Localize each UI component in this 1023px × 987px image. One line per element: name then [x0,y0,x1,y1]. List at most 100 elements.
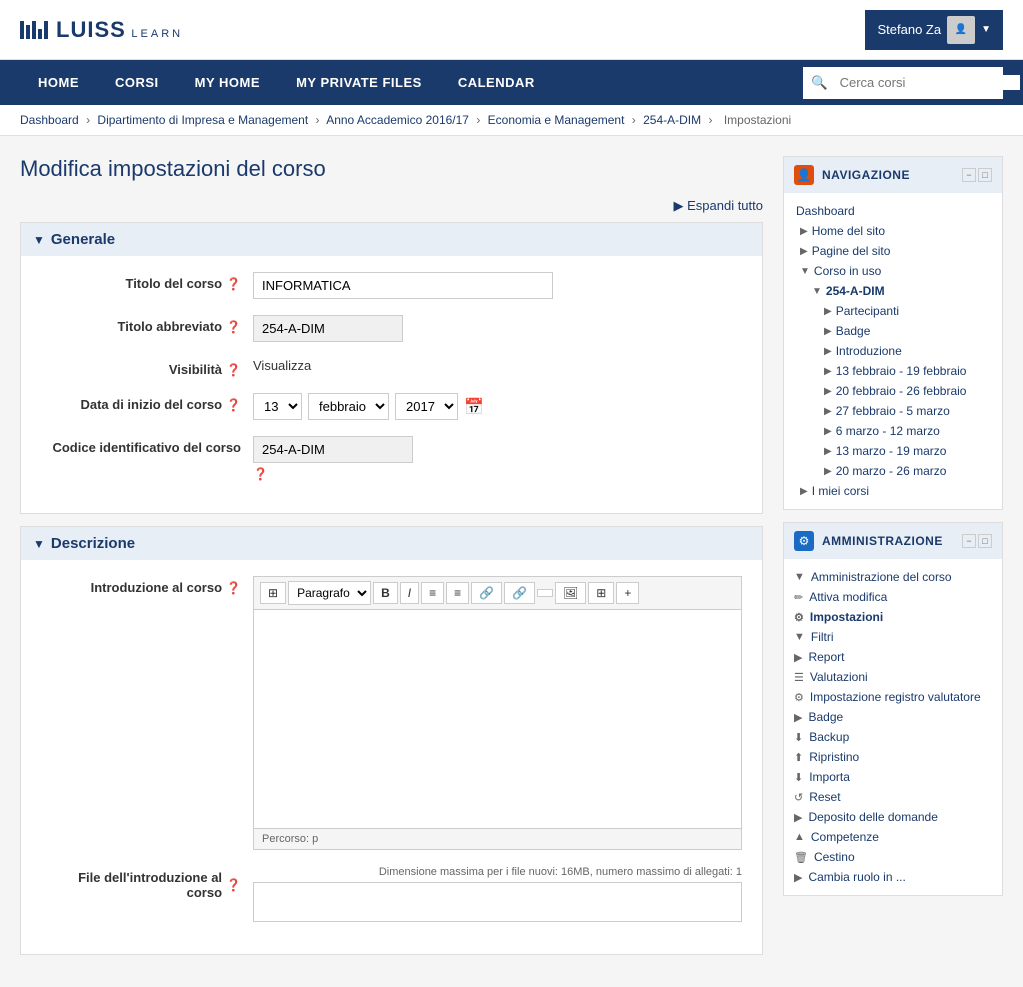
search-button[interactable]: 🔍 [803,69,836,97]
amministrazione-block: ⚙ AMMINISTRAZIONE − □ ▼ Amministrazione … [783,522,1003,896]
breadcrumb-dashboard[interactable]: Dashboard [20,113,79,127]
file-intro-help-icon[interactable]: ❓ [226,878,241,892]
nav-calendar[interactable]: CALENDAR [440,60,553,105]
editor-ol-button[interactable]: ≡ [446,582,469,604]
editor-unlink-button[interactable]: 🔗 [504,582,535,604]
admin-deposito-domande[interactable]: ▶ Deposito delle domande [784,807,1002,827]
navigazione-minimize-button[interactable]: − [962,168,976,182]
codice-label: Codice identificativo del corso [41,436,241,455]
breadcrumb-anno[interactable]: Anno Accademico 2016/17 [326,113,469,127]
descrizione-header[interactable]: ▼ Descrizione [21,527,762,560]
admin-competenze[interactable]: ▲ Competenze [784,827,1002,847]
navigazione-block: 👤 NAVIGAZIONE − □ Dashboard ▶ Home del s… [783,156,1003,510]
month-select[interactable]: febbraio [308,393,389,420]
nav-pagine-del-sito[interactable]: ▶ Pagine del sito [784,241,1002,261]
sidebar: 👤 NAVIGAZIONE − □ Dashboard ▶ Home del s… [783,156,1003,908]
nav-dashboard[interactable]: Dashboard [784,201,1002,221]
logo-area: LUISS LEARN [20,17,183,43]
editor-link-button[interactable]: 🔗 [471,582,502,604]
file-upload-area[interactable] [253,882,742,922]
data-inizio-help-icon[interactable]: ❓ [226,398,241,412]
nav-my-home[interactable]: MY HOME [177,60,278,105]
editor-format-button[interactable]: ⊞ [260,582,286,604]
editor-bold-button[interactable]: B [373,582,398,604]
introduzione-help-icon[interactable]: ❓ [226,581,241,595]
admin-cambia-ruolo[interactable]: ▶ Cambia ruolo in ... [784,867,1002,887]
admin-reset[interactable]: ↺ Reset [784,787,1002,807]
nav-week2[interactable]: ▶ 20 febbraio - 26 febbraio [784,381,1002,401]
chevron-down-icon: ▼ [981,24,991,35]
nav-week3[interactable]: ▶ 27 febbraio - 5 marzo [784,401,1002,421]
admin-valutazioni[interactable]: ☰ Valutazioni [784,667,1002,687]
expand-all-link[interactable]: ▶ Espandi tutto [673,198,763,213]
admin-badge[interactable]: ▶ Badge [784,707,1002,727]
nav-week6[interactable]: ▶ 20 marzo - 26 marzo [784,461,1002,481]
data-inizio-control: 13 febbraio 2017 📅 [253,393,742,420]
nav-my-private-files[interactable]: MY PRIVATE FILES [278,60,440,105]
titolo-corso-help-icon[interactable]: ❓ [226,277,241,291]
codice-help-icon[interactable]: ❓ [253,467,268,481]
breadcrumb-dipartimento[interactable]: Dipartimento di Impresa e Management [97,113,308,127]
nav-week4[interactable]: ▶ 6 marzo - 12 marzo [784,421,1002,441]
visibilita-row: Visibilità ❓ Visualizza [41,358,742,377]
file-upload-info: Dimensione massima per i file nuovi: 16M… [253,866,742,878]
nav-week1[interactable]: ▶ 13 febbraio - 19 febbraio [784,361,1002,381]
visibilita-help-icon[interactable]: ❓ [226,363,241,377]
nav-partecipanti[interactable]: ▶ Partecipanti [784,301,1002,321]
amministrazione-icon: ⚙ [794,531,814,551]
admin-ripristino[interactable]: ⬆ Ripristino [784,747,1002,767]
descrizione-body: Introduzione al corso ❓ ⊞ Paragrafo B I … [21,560,762,954]
admin-impostazioni[interactable]: ⚙ Impostazioni [784,607,1002,627]
content-area: Modifica impostazioni del corso ▶ Espand… [20,156,763,967]
year-select[interactable]: 2017 [395,393,458,420]
navigazione-controls: − □ [962,168,992,182]
nav-corsi[interactable]: CORSI [97,60,177,105]
editor-table-button[interactable]: ⊞ [588,582,614,604]
editor-more-button[interactable]: + [616,582,639,604]
editor-format-select[interactable]: Paragrafo [288,581,371,605]
nav-home[interactable]: HOME [20,60,97,105]
generale-header[interactable]: ▼ Generale [21,223,762,256]
calendar-icon[interactable]: 📅 [464,397,484,417]
admin-impostazione-registro[interactable]: ⚙ Impostazione registro valutatore [784,687,1002,707]
admin-amministrazione-del-corso[interactable]: ▼ Amministrazione del corso [784,567,1002,587]
editor-img-button[interactable]: 🖼 [555,582,586,604]
codice-input[interactable] [253,436,413,463]
day-select[interactable]: 13 [253,393,302,420]
collapse-icon: ▼ [33,233,45,247]
nav-corso-in-uso[interactable]: ▼ Corso in uso [784,261,1002,281]
page-title: Modifica impostazioni del corso [20,156,763,182]
nav-introduzione[interactable]: ▶ Introduzione [784,341,1002,361]
admin-backup[interactable]: ⬇ Backup [784,727,1002,747]
admin-importa[interactable]: ⬇ Importa [784,767,1002,787]
editor-ul-button[interactable]: ≡ [421,582,444,604]
titolo-corso-input[interactable] [253,272,553,299]
amministrazione-config-button[interactable]: □ [978,534,992,548]
search-area: 🔍 [803,67,1003,99]
nav-badge[interactable]: ▶ Badge [784,321,1002,341]
nav-week5[interactable]: ▶ 13 marzo - 19 marzo [784,441,1002,461]
data-inizio-label: Data di inizio del corso ❓ [41,393,241,412]
admin-attiva-modifica[interactable]: ✏ Attiva modifica [784,587,1002,607]
amministrazione-minimize-button[interactable]: − [962,534,976,548]
admin-report[interactable]: ▶ Report [784,647,1002,667]
search-input[interactable] [836,75,1020,90]
editor-italic-button[interactable]: I [400,582,419,604]
editor-footer: Percorso: p [253,829,742,850]
user-menu-button[interactable]: Stefano Za 👤 ▼ [865,10,1003,50]
admin-cestino[interactable]: 🗑 Cestino [784,847,1002,867]
titolo-abbreviato-help-icon[interactable]: ❓ [226,320,241,334]
navigazione-config-button[interactable]: □ [978,168,992,182]
breadcrumb-254[interactable]: 254-A-DIM [643,113,701,127]
nav-254-a-dim[interactable]: ▼ 254-A-DIM [784,281,1002,301]
breadcrumb-economia[interactable]: Economia e Management [488,113,625,127]
editor-area[interactable] [253,609,742,829]
nav-home-del-sito[interactable]: ▶ Home del sito [784,221,1002,241]
titolo-corso-row: Titolo del corso ❓ [41,272,742,299]
admin-filtri[interactable]: ▼ Filtri [784,627,1002,647]
nav-i-miei-corsi[interactable]: ▶ I miei corsi [784,481,1002,501]
amministrazione-controls: − □ [962,534,992,548]
navigazione-body: Dashboard ▶ Home del sito ▶ Pagine del s… [784,193,1002,509]
editor-empty1-button[interactable] [537,589,553,597]
titolo-abbreviato-input[interactable] [253,315,403,342]
